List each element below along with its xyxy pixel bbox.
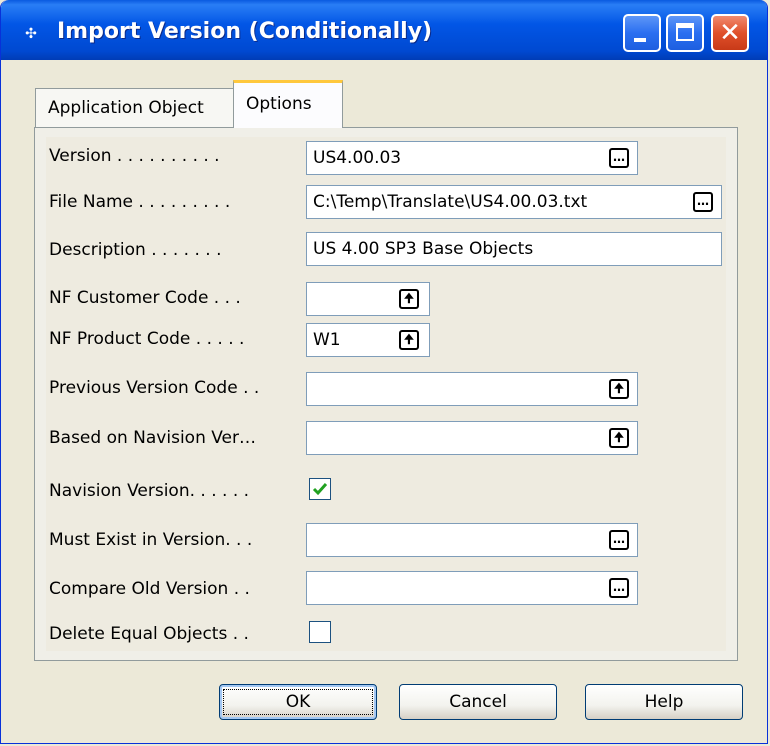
- checkmark-icon: [312, 483, 328, 496]
- close-button[interactable]: ✕: [711, 14, 749, 52]
- ok-button[interactable]: OK: [219, 684, 377, 720]
- tab-options[interactable]: Options: [233, 80, 343, 128]
- previous-version-code-field[interactable]: [306, 372, 638, 406]
- title-bar[interactable]: ✣ Import Version (Conditionally) ✕: [1, 0, 767, 60]
- window-title: Import Version (Conditionally): [57, 19, 433, 44]
- description-field[interactable]: US 4.00 SP3 Base Objects: [306, 232, 722, 266]
- ellipsis-icon[interactable]: …: [609, 578, 629, 598]
- up-arrow-icon[interactable]: 🠉: [609, 428, 629, 448]
- cancel-button[interactable]: Cancel: [399, 684, 557, 720]
- up-arrow-icon[interactable]: 🠉: [609, 379, 629, 399]
- file-name-field[interactable]: C:\Temp\Translate\US4.00.03.txt: [306, 185, 722, 219]
- dialog-window: ✣ Import Version (Conditionally) ✕ Appli…: [0, 0, 768, 744]
- up-arrow-icon[interactable]: 🠉: [399, 330, 419, 350]
- previous-version-code-label: Previous Version Code . .: [49, 378, 260, 398]
- delete-equal-label: Delete Equal Objects . .: [49, 624, 249, 644]
- minimize-button[interactable]: [623, 14, 661, 52]
- description-label: Description . . . . . . .: [49, 240, 222, 260]
- ellipsis-icon[interactable]: …: [693, 192, 713, 212]
- must-exist-label: Must Exist in Version. . .: [49, 530, 253, 550]
- tab-application-object[interactable]: Application Object: [35, 88, 235, 128]
- close-icon: ✕: [719, 18, 741, 48]
- based-on-navision-label: Based on Navision Ver…: [49, 428, 257, 448]
- version-field[interactable]: US4.00.03: [306, 141, 638, 175]
- compare-old-label: Compare Old Version . .: [49, 579, 250, 599]
- maximize-button[interactable]: [666, 14, 704, 52]
- help-button[interactable]: Help: [585, 684, 743, 720]
- based-on-navision-field[interactable]: [306, 421, 638, 455]
- navision-version-checkbox[interactable]: [309, 478, 331, 500]
- must-exist-field[interactable]: [306, 523, 638, 557]
- nf-product-code-label: NF Product Code . . . . .: [49, 329, 245, 349]
- up-arrow-icon[interactable]: 🠉: [399, 289, 419, 309]
- compare-old-field[interactable]: [306, 571, 638, 605]
- delete-equal-checkbox[interactable]: [309, 621, 331, 643]
- ellipsis-icon[interactable]: …: [609, 530, 629, 550]
- version-label: Version . . . . . . . . . .: [49, 146, 220, 166]
- app-icon: ✣: [25, 26, 37, 42]
- nf-customer-code-label: NF Customer Code . . .: [49, 288, 241, 308]
- ellipsis-icon[interactable]: …: [609, 148, 629, 168]
- ok-button-label: OK: [222, 689, 374, 715]
- navision-version-label: Navision Version. . . . . .: [49, 481, 250, 501]
- file-name-label: File Name . . . . . . . . .: [49, 192, 231, 212]
